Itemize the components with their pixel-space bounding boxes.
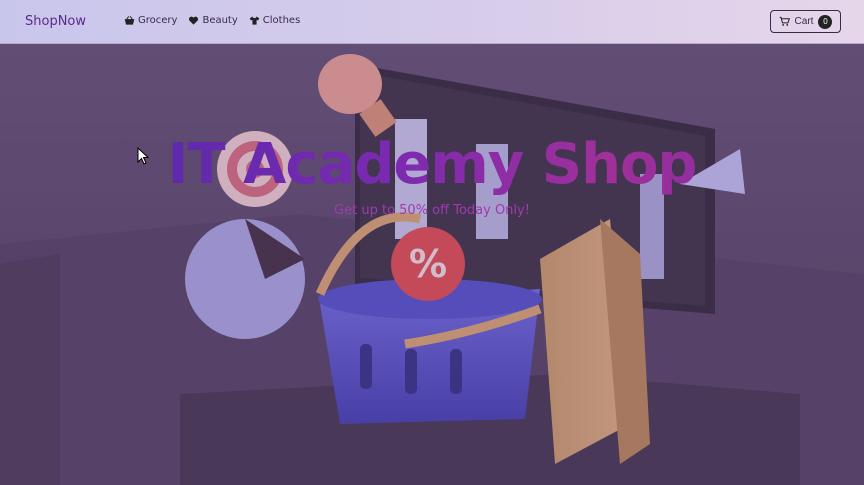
nav-link-beauty[interactable]: Beauty — [188, 15, 238, 26]
heart-icon — [189, 16, 199, 25]
shirt-icon — [249, 16, 260, 25]
cart-icon — [779, 16, 790, 26]
hero-subtitle: Get up to 50% off Today Only! — [334, 203, 530, 218]
brand-logo-link[interactable]: ShopNow — [25, 14, 86, 29]
nav-link-clothes[interactable]: Clothes — [249, 15, 301, 26]
cart-button[interactable]: Cart 0 — [770, 10, 841, 33]
nav-link-label: Beauty — [202, 15, 238, 26]
hero-tint-overlay — [0, 44, 864, 485]
nav-link-grocery[interactable]: Grocery — [124, 15, 177, 26]
nav-links: Grocery Beauty Clothes — [124, 15, 300, 26]
basket-icon — [124, 16, 135, 25]
nav-link-label: Grocery — [138, 15, 178, 26]
mouse-pointer-icon — [137, 147, 149, 165]
cart-label: Cart — [794, 16, 814, 27]
hero-banner: % IT Academy Shop Get up to 50% off Toda… — [0, 44, 864, 485]
nav-link-label: Clothes — [262, 15, 301, 26]
top-navbar: ShopNow Grocery Beauty Clothes Cart 0 — [0, 0, 864, 44]
cart-count-badge: 0 — [818, 14, 833, 29]
hero-title: IT Academy Shop — [0, 132, 864, 197]
